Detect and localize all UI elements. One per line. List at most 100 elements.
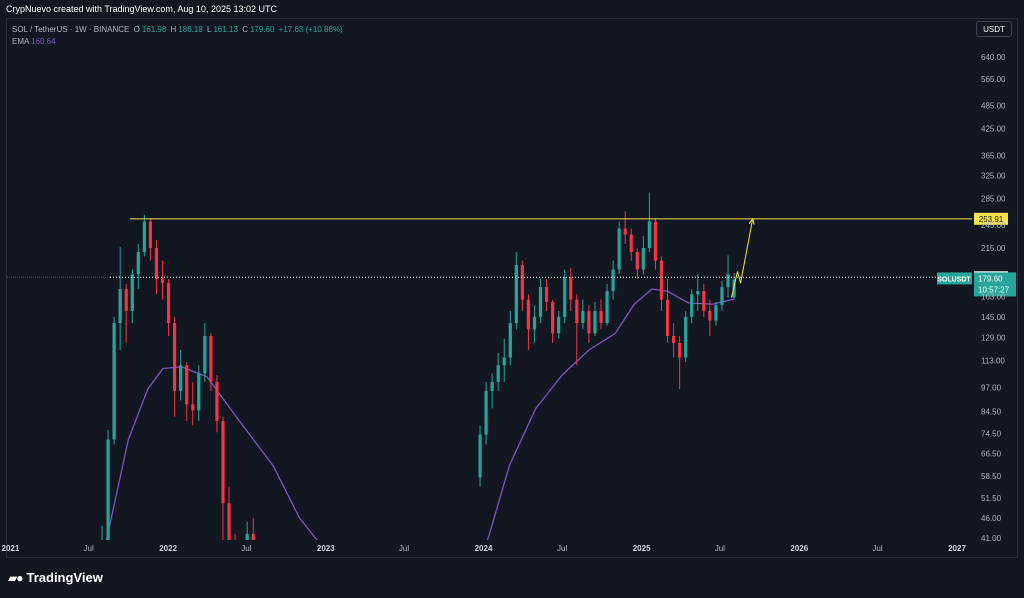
candle-body [605,291,608,323]
candle [252,518,255,561]
candle-body [491,382,494,391]
candle-body [484,391,487,435]
candle [491,373,494,408]
open-value: 161.98 [142,25,166,34]
candle [478,425,481,486]
candle [702,284,705,317]
price-tick-label: 285.00 [981,195,1006,204]
ema-value: 160.64 [31,37,55,46]
candle-body [612,270,615,292]
candle [497,353,500,391]
close-value: 179.60 [250,25,274,34]
candle [551,300,554,343]
candle [527,294,530,350]
price-tick-label: 565.00 [981,75,1006,84]
candle-body [527,300,530,330]
candle-body [215,382,218,421]
currency-button[interactable]: USDT [976,21,1012,37]
candle-body [630,235,633,252]
candle [533,305,536,343]
candle [593,302,596,336]
price-tick-label: 113.00 [981,357,1005,366]
candle-body [503,357,506,365]
candle-body [179,365,182,391]
bottom-bar [0,558,1024,598]
chart-legend: SOL / TetherUS · 1W · BINANCE O161.98 H1… [12,24,345,48]
candle-body [599,311,602,323]
candle [137,244,140,289]
time-tick-label: Jul [241,544,251,553]
candle [636,248,639,279]
candle [618,222,621,275]
candle-body [252,534,255,552]
candle-body [509,323,512,357]
candle-body [478,435,481,478]
candle-body [221,421,224,503]
candle [545,279,548,311]
low-value: 161.13 [213,25,237,34]
price-chart[interactable]: 253.91181.83SOLUSDT179.6010:57:27 640.00… [0,0,1024,598]
candle-body [593,311,596,333]
candle-body [137,252,140,274]
candle [203,323,206,382]
candle [672,323,675,357]
candle-body [684,317,687,358]
ema-label[interactable]: EMA [12,37,29,46]
price-tick-label: 129.00 [981,333,1006,342]
candle-body [209,336,212,382]
candle [155,240,158,294]
candle-body [545,287,548,302]
candle-body [131,274,134,311]
candle [654,218,657,270]
candle [720,281,723,311]
symbol-title[interactable]: SOL / TetherUS · 1W · BINANCE [12,25,129,34]
candle-body [648,222,651,248]
time-tick-label: Jul [399,544,409,553]
price-tick-label: 365.00 [981,151,1006,160]
candle [167,279,170,336]
candle [209,333,212,391]
candle [221,417,224,543]
candle-body [173,323,176,391]
candle-body [497,365,500,382]
candle-body [185,365,188,404]
change-value: +17.63 (+10.88%) [279,25,343,34]
candle [587,305,590,343]
last-price-label: 179.60 [978,274,1003,283]
candle [575,294,578,365]
price-tick-label: 640.00 [981,53,1006,62]
candle-body [533,317,536,330]
tradingview-logo[interactable]: ▰●TradingView [8,570,103,585]
candle [696,274,699,311]
candle [173,317,176,417]
candle-body [227,503,230,542]
candle [484,382,487,444]
candle [648,193,651,252]
time-tick-label: 2022 [159,544,177,553]
candle [612,261,615,300]
ohlc-row: SOL / TetherUS · 1W · BINANCE O161.98 H1… [12,24,345,36]
time-tick-label: Jul [557,544,567,553]
candle [605,284,608,326]
candle [515,252,518,329]
time-tick-label: 2021 [2,544,20,553]
time-tick-label: 2024 [475,544,493,553]
candle [106,430,109,551]
candle [521,261,524,311]
price-tick-label: 41.00 [981,534,1002,543]
candle-body [581,311,584,323]
candle-body [702,291,705,311]
candle-body [690,294,693,317]
levels: 253.91181.83SOLUSDT179.6010:57:27 [7,213,1016,298]
candle [113,317,116,444]
price-tick-label: 215.00 [981,244,1006,253]
candle [708,300,711,336]
price-tick-label: 84.50 [981,407,1002,416]
candle [714,302,717,326]
candle [503,339,506,382]
projection-path [732,219,753,298]
candle [599,300,602,330]
candle-body [557,317,560,333]
price-tick-label: 425.00 [981,125,1006,134]
candle-body [569,277,572,300]
